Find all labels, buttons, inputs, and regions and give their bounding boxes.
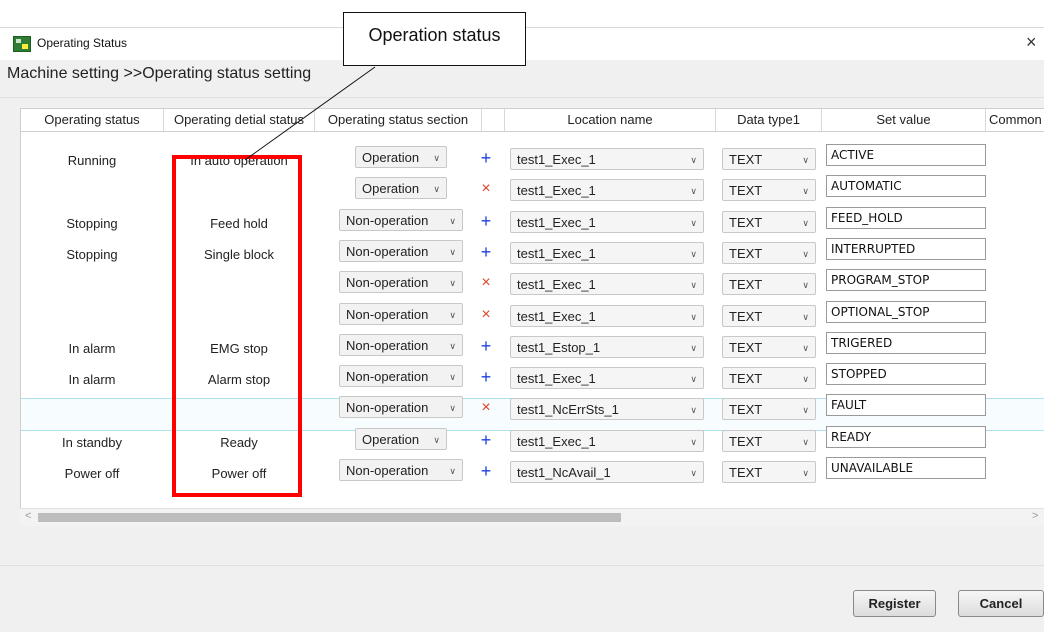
callout-leader-line — [244, 66, 376, 161]
callout-label: Operation status — [343, 12, 526, 66]
